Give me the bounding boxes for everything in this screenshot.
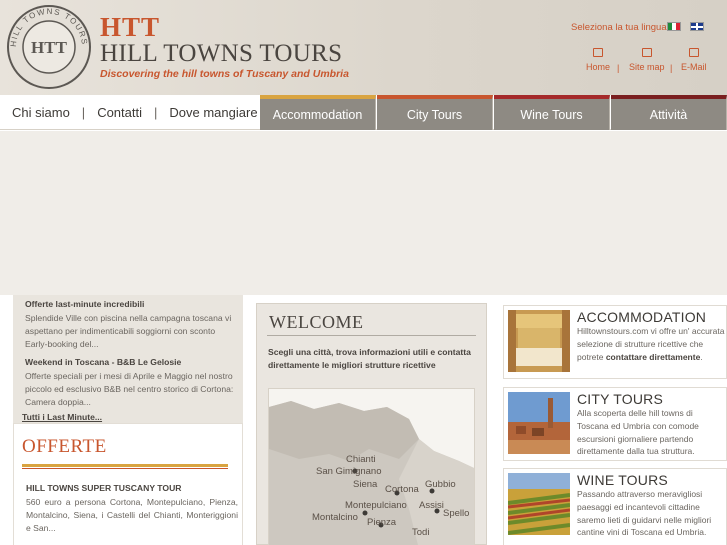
- accommodation-text: Hilltownstours.com vi offre un' accurata…: [577, 325, 725, 363]
- news-body: Splendide Ville con piscina nella campag…: [25, 313, 232, 349]
- tab-wine-tours[interactable]: Wine Tours: [494, 95, 610, 130]
- wine-tours-card[interactable]: WINE TOURS Passando attraverso meravigli…: [503, 468, 727, 545]
- tab-accommodation[interactable]: Accommodation: [260, 95, 376, 130]
- welcome-text: Scegli una città, trova informazioni uti…: [268, 347, 471, 370]
- bedroom-photo: [508, 310, 570, 372]
- page: HILL TOWNS TOURS HTT HTT HILL TOWNS TOUR…: [0, 0, 727, 545]
- header: HILL TOWNS TOURS HTT HTT HILL TOWNS TOUR…: [0, 0, 727, 95]
- accommodation-text-post: .: [700, 351, 703, 362]
- banner-area: [0, 131, 727, 295]
- home-label: Home: [586, 62, 611, 72]
- news-body: Offerte speciali per i mesi di Aprile e …: [25, 371, 234, 407]
- news-title[interactable]: Offerte last-minute incredibili: [25, 299, 144, 309]
- it-flag-icon[interactable]: [667, 22, 681, 31]
- accommodation-text-bold: contattare direttamente: [605, 351, 701, 362]
- map-town-gubbio[interactable]: Gubbio: [425, 479, 456, 490]
- map-town-montalcino[interactable]: Montalcino: [312, 512, 358, 523]
- sitemap-label: Site map: [629, 62, 665, 72]
- sitemap-icon: [641, 48, 652, 57]
- brand-tagline: Discovering the hill towns of Tuscany an…: [100, 68, 349, 80]
- language-label: Seleziona la tua lingua:: [571, 22, 670, 33]
- all-last-minute-link[interactable]: Tutti i Last Minute...: [22, 412, 102, 422]
- email-link[interactable]: E-Mail: [681, 48, 707, 72]
- nav-left: Chi siamo | Contatti | Dove mangiare: [0, 95, 270, 130]
- email-label: E-Mail: [681, 62, 707, 72]
- left-column: Offerte last-minute incredibili Splendid…: [13, 295, 243, 545]
- vineyard-photo: [508, 473, 570, 535]
- offers-rule: [22, 468, 228, 469]
- city-tours-title: CITY TOURS: [577, 391, 664, 407]
- home-link[interactable]: Home: [586, 48, 610, 72]
- home-icon: [593, 48, 603, 57]
- seal-abbr: HTT: [31, 38, 68, 57]
- nav-chi-siamo[interactable]: Chi siamo: [0, 105, 82, 120]
- offer-body: 560 euro a persona Cortona, Montepulcian…: [26, 497, 238, 533]
- brand-name[interactable]: HILL TOWNS TOURS: [100, 40, 342, 68]
- offers-box: OFFERTE HILL TOWNS SUPER TUSCANY TOUR 56…: [13, 423, 243, 545]
- map-town-todi[interactable]: Todi: [412, 527, 429, 538]
- map-town-assisi[interactable]: Assisi: [419, 500, 444, 511]
- map-town-pienza[interactable]: Pienza: [367, 517, 396, 528]
- region-map[interactable]: Chianti San Gimignano Siena Cortona Gubb…: [268, 388, 475, 545]
- wine-tours-title: WINE TOURS: [577, 472, 668, 488]
- map-town-siena[interactable]: Siena: [353, 479, 377, 490]
- map-town-spello[interactable]: Spello: [443, 508, 469, 519]
- wine-tours-text: Passando attraverso meravigliosi paesagg…: [577, 489, 712, 538]
- accommodation-card[interactable]: ACCOMMODATION Hilltownstours.com vi offr…: [503, 305, 727, 379]
- tab-city-tours[interactable]: City Tours: [377, 95, 493, 130]
- tab-attivita[interactable]: Attività: [611, 95, 727, 130]
- en-flag-icon[interactable]: [690, 22, 704, 31]
- offer-title[interactable]: HILL TOWNS SUPER TUSCANY TOUR: [26, 483, 182, 493]
- offers-rule: [22, 464, 228, 467]
- mail-icon: [688, 48, 699, 57]
- brand-abbr: HTT: [100, 12, 161, 42]
- welcome-panel: WELCOME Scegli una città, trova informaz…: [256, 303, 487, 545]
- map-town-chianti[interactable]: Chianti: [346, 454, 376, 465]
- welcome-heading: WELCOME: [269, 312, 364, 332]
- util-separator: |: [617, 63, 620, 73]
- main-nav: Chi siamo | Contatti | Dove mangiare Acc…: [0, 95, 727, 130]
- accommodation-title: ACCOMMODATION: [577, 309, 707, 325]
- news-title[interactable]: Weekend in Toscana - B&B Le Gelosie: [25, 357, 181, 367]
- offers-heading: OFFERTE: [22, 436, 107, 457]
- right-column: ACCOMMODATION Hilltownstours.com vi offr…: [503, 303, 727, 545]
- city-tours-text: Alla scoperta delle hill towns di Toscan…: [577, 408, 699, 457]
- map-town-montepulciano[interactable]: Montepulciano: [345, 500, 407, 511]
- map-town-san-gimignano[interactable]: San Gimignano: [316, 466, 381, 477]
- welcome-rule: [267, 335, 476, 336]
- util-separator: |: [670, 63, 673, 73]
- nav-dove-mangiare[interactable]: Dove mangiare: [157, 105, 269, 120]
- city-tours-card[interactable]: CITY TOURS Alla scoperta delle hill town…: [503, 387, 727, 461]
- sitemap-link[interactable]: Site map: [629, 48, 665, 72]
- map-town-cortona[interactable]: Cortona: [385, 484, 419, 495]
- city-photo: [508, 392, 570, 454]
- nav-contatti[interactable]: Contatti: [85, 105, 154, 120]
- logo-seal[interactable]: HILL TOWNS TOURS HTT: [6, 4, 92, 90]
